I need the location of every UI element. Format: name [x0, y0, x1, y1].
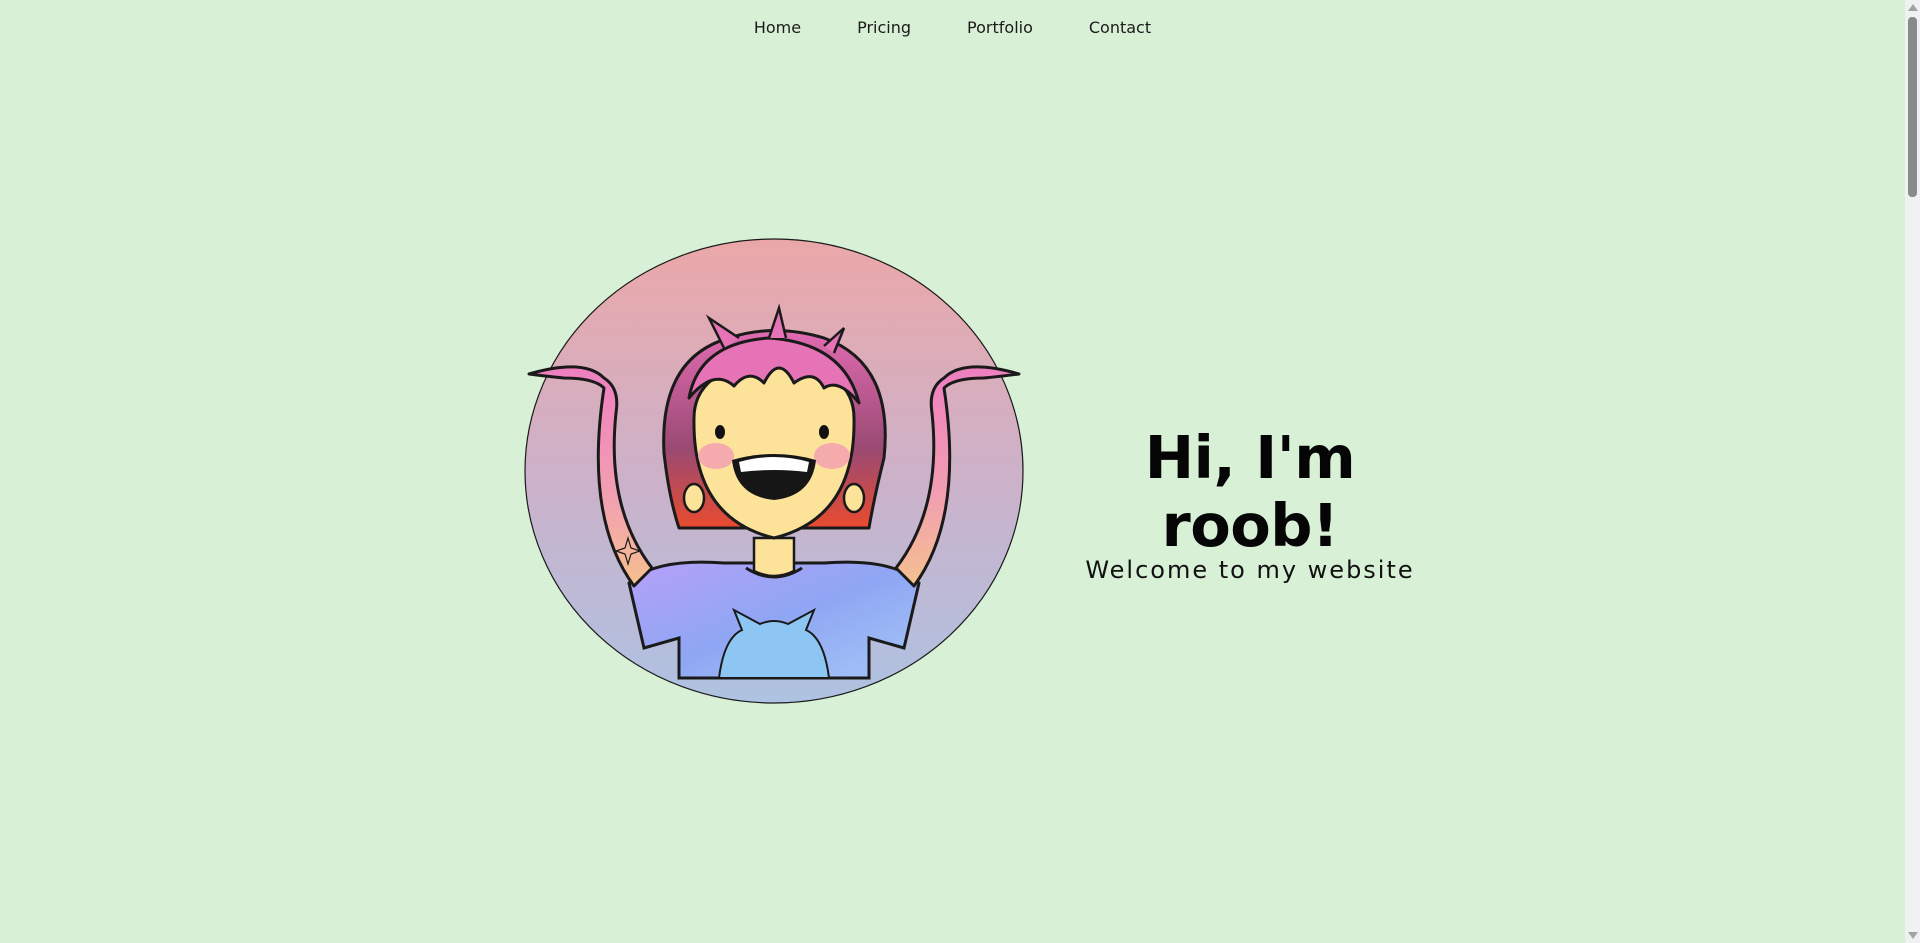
- scroll-up-arrow-icon[interactable]: [1908, 4, 1918, 11]
- scroll-down-arrow-icon[interactable]: [1908, 932, 1918, 939]
- nav-link-contact[interactable]: Contact: [1089, 17, 1151, 39]
- nav-link-portfolio[interactable]: Portfolio: [967, 17, 1033, 39]
- avatar-illustration: [524, 238, 1024, 704]
- hero-text: Hi, I'm roob! Welcome to my website: [1070, 424, 1430, 586]
- nav-link-pricing[interactable]: Pricing: [857, 17, 911, 39]
- scrollbar-thumb[interactable]: [1908, 17, 1917, 197]
- page-title: Hi, I'm roob!: [1144, 423, 1356, 560]
- nav-link-home[interactable]: Home: [754, 17, 801, 39]
- vertical-scrollbar[interactable]: [1905, 0, 1920, 943]
- page-subtitle: Welcome to my website: [1085, 556, 1415, 584]
- top-navigation: Home Pricing Portfolio Contact: [0, 17, 1905, 39]
- page: Home Pricing Portfolio Contact Hi, I'm r…: [0, 0, 1920, 943]
